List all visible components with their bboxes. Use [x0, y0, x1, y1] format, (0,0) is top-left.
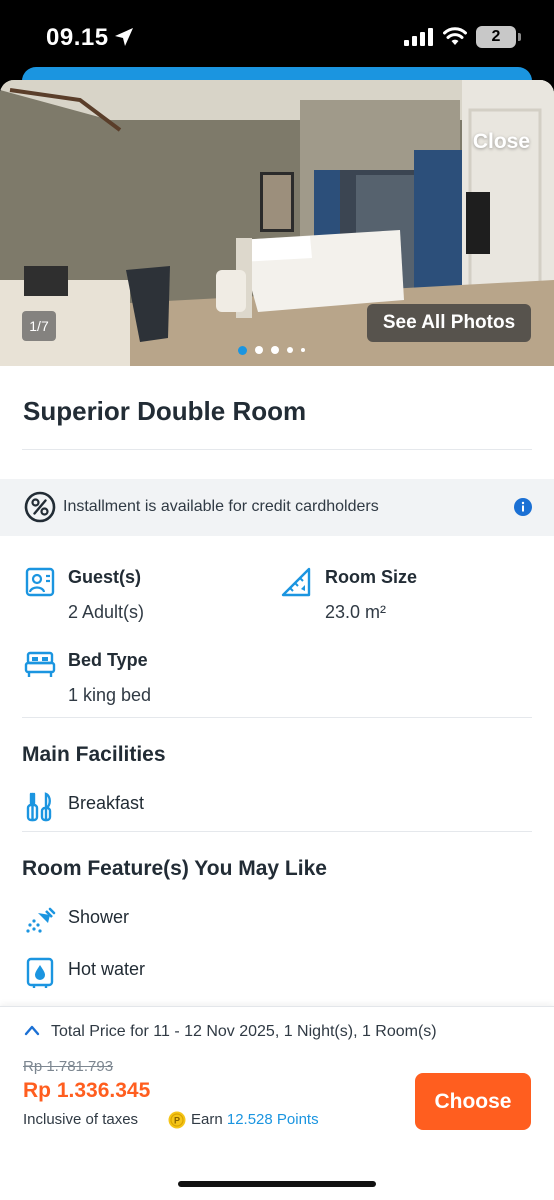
room-features-title: Room Feature(s) You May Like [22, 857, 327, 880]
battery-indicator: 2 [476, 26, 516, 48]
pagination-dot[interactable] [238, 345, 247, 355]
pagination-dot[interactable] [301, 348, 305, 352]
tax-note: Inclusive of taxes [23, 1111, 139, 1128]
svg-text:P: P [174, 1116, 180, 1126]
cutlery-icon [26, 792, 52, 822]
room-photo[interactable]: Close 1/7 See All Photos [0, 80, 554, 366]
feature-shower: Shower [68, 907, 130, 927]
price-bar: Total Price for 11 - 12 Nov 2025, 1 Nigh… [0, 1006, 554, 1200]
points-value: 12.528 Points [226, 1111, 319, 1128]
status-time: 09.15 [46, 24, 109, 51]
divider [22, 717, 532, 718]
installment-text: Installment is available for credit card… [63, 498, 379, 515]
pagination-dot[interactable] [287, 347, 293, 353]
feature-hot-water: Hot water [68, 959, 146, 979]
info-icon[interactable] [514, 498, 532, 516]
see-all-photos-button[interactable]: See All Photos [367, 304, 531, 342]
divider [22, 831, 532, 832]
battery-cap [518, 33, 521, 41]
facility-breakfast: Breakfast [68, 793, 145, 813]
points-coin-icon: P [168, 1111, 186, 1129]
chevron-up-icon[interactable] [24, 1024, 40, 1036]
status-bar: 09.15 2 [0, 0, 554, 70]
wifi-icon [443, 27, 467, 45]
location-arrow-icon [115, 28, 133, 46]
choose-button[interactable]: Choose [415, 1073, 531, 1130]
main-facilities-title: Main Facilities [22, 743, 166, 766]
guests-value: 2 Adult(s) [68, 602, 145, 622]
bed-type-label: Bed Type [68, 650, 148, 670]
hot-water-icon [26, 957, 54, 988]
bed-type-value: 1 king bed [68, 685, 152, 705]
room-title: Superior Double Room [23, 396, 307, 426]
earn-points: Earn 12.528 Points [191, 1111, 319, 1128]
guest-icon [25, 567, 55, 597]
ruler-icon [281, 567, 311, 597]
total-price-label[interactable]: Total Price for 11 - 12 Nov 2025, 1 Nigh… [51, 1023, 437, 1041]
close-button[interactable]: Close [473, 130, 530, 154]
photo-pagination-dots[interactable] [238, 345, 305, 355]
home-indicator [178, 1181, 376, 1187]
pagination-dot[interactable] [271, 346, 279, 354]
earn-label: Earn [191, 1111, 223, 1128]
guests-label: Guest(s) [68, 567, 142, 587]
bed-icon [24, 651, 56, 677]
cellular-signal-icon [404, 28, 433, 46]
room-size-label: Room Size [325, 567, 418, 587]
shower-icon [26, 907, 56, 933]
pagination-dot[interactable] [255, 346, 263, 354]
divider [22, 449, 532, 450]
photo-counter: 1/7 [22, 311, 56, 341]
original-price: Rp 1.781.793 [23, 1058, 114, 1075]
final-price: Rp 1.336.345 [23, 1079, 151, 1102]
installment-banner[interactable]: Installment is available for credit card… [0, 479, 554, 536]
room-size-value: 23.0 m² [325, 602, 387, 622]
percent-icon [24, 491, 56, 523]
